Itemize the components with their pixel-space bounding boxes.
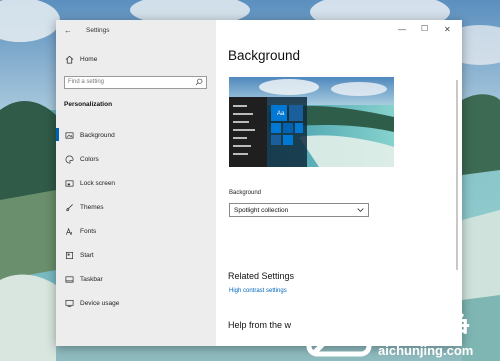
sidebar-item-label: Background bbox=[80, 131, 115, 139]
window-title: Settings bbox=[86, 27, 110, 34]
background-preview bbox=[229, 77, 394, 167]
start-icon bbox=[64, 250, 74, 260]
sidebar: Home Find a setting Personalization Back… bbox=[56, 20, 216, 346]
title-bar: ← Settings — ☐ ✕ bbox=[56, 20, 462, 42]
font-icon bbox=[64, 226, 74, 236]
sidebar-item-label: Device usage bbox=[80, 299, 120, 307]
home-label: Home bbox=[80, 55, 98, 63]
maximize-button[interactable]: ☐ bbox=[421, 24, 428, 33]
sidebar-item-start[interactable]: Start bbox=[64, 250, 94, 260]
sidebar-item-label: Taskbar bbox=[80, 275, 103, 283]
related-settings-heading: Related Settings bbox=[228, 271, 295, 281]
sidebar-item-label: Lock screen bbox=[80, 179, 116, 187]
settings-window: Home Find a setting Personalization Back… bbox=[56, 20, 462, 346]
home-icon bbox=[64, 54, 74, 64]
search-icon[interactable] bbox=[195, 78, 203, 88]
picture-icon bbox=[64, 130, 74, 140]
help-heading: Help from the w bbox=[228, 320, 292, 330]
section-heading: Personalization bbox=[64, 101, 113, 108]
sidebar-home[interactable]: Home bbox=[64, 54, 97, 64]
page-title: Background bbox=[228, 48, 301, 63]
lock-screen-icon bbox=[64, 178, 74, 188]
active-indicator bbox=[56, 128, 59, 141]
watermark-chinese-text: 爱纯净 bbox=[378, 310, 471, 345]
taskbar-icon bbox=[64, 274, 74, 284]
search-input[interactable]: Find a setting bbox=[64, 76, 207, 89]
background-dropdown-value: Spotlight collection bbox=[234, 207, 289, 214]
sidebar-item-colors[interactable]: Colors bbox=[64, 154, 99, 164]
sidebar-item-label: Themes bbox=[80, 203, 104, 211]
scrollbar[interactable] bbox=[456, 80, 458, 270]
background-type-dropdown[interactable]: Spotlight collection bbox=[229, 203, 369, 217]
sidebar-item-fonts[interactable]: Fonts bbox=[64, 226, 96, 236]
search-placeholder: Find a setting bbox=[68, 79, 105, 85]
watermark-logo-icon bbox=[306, 303, 372, 357]
watermark-url: aichunjing.com bbox=[378, 343, 474, 358]
sidebar-item-taskbar[interactable]: Taskbar bbox=[64, 274, 103, 284]
high-contrast-settings-link[interactable]: High contrast settings bbox=[229, 288, 287, 294]
brush-icon bbox=[64, 202, 74, 212]
sidebar-item-label: Fonts bbox=[80, 227, 97, 235]
sidebar-item-label: Start bbox=[80, 251, 94, 259]
chevron-down-icon bbox=[357, 207, 364, 215]
sidebar-item-themes[interactable]: Themes bbox=[64, 202, 103, 212]
sidebar-item-label: Colors bbox=[80, 155, 99, 163]
preview-sample-text: Aa bbox=[277, 111, 285, 117]
sidebar-item-device-usage[interactable]: Device usage bbox=[64, 298, 119, 308]
sidebar-item-lock-screen[interactable]: Lock screen bbox=[64, 178, 115, 188]
watermark: 爱纯净 aichunjing.com bbox=[304, 299, 500, 361]
device-icon bbox=[64, 298, 74, 308]
back-arrow-icon[interactable]: ← bbox=[64, 26, 72, 35]
palette-icon bbox=[64, 154, 74, 164]
minimize-button[interactable]: — bbox=[398, 25, 406, 34]
sidebar-item-background[interactable]: Background bbox=[64, 130, 115, 140]
close-button[interactable]: ✕ bbox=[444, 25, 451, 34]
background-dropdown-label: Background bbox=[229, 190, 262, 196]
